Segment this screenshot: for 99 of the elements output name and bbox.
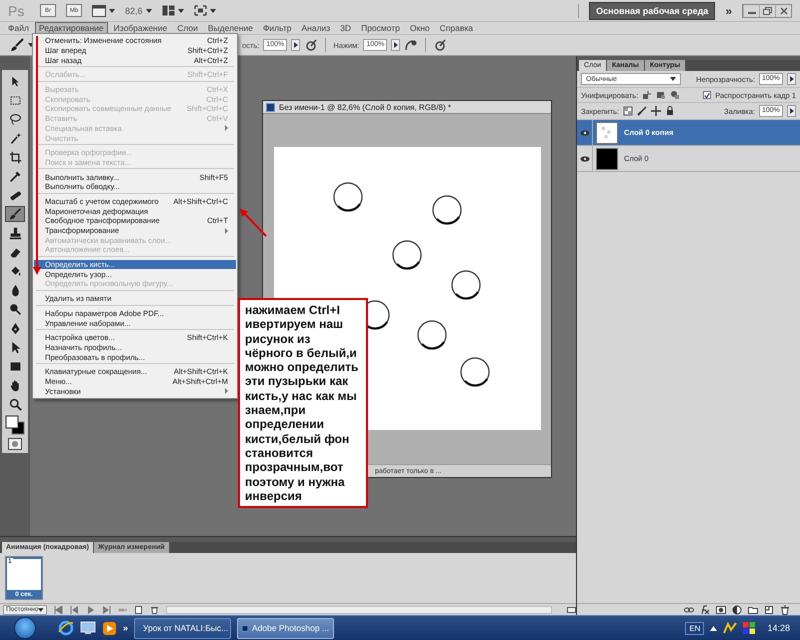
taskbar-button[interactable]: Adobe Photoshop ... [237,618,334,638]
airbrush-icon[interactable] [304,38,318,52]
previous-frame-icon[interactable] [70,606,79,614]
screen-frame-icon[interactable] [194,5,207,16]
submenu-arrow-icon [225,228,228,234]
brush-icon [8,208,22,220]
next-frame-icon[interactable] [102,606,111,614]
tray-icon[interactable] [723,622,738,634]
app-logo: Ps [8,2,26,18]
stepper-button[interactable] [787,73,796,85]
language-indicator[interactable]: EN [685,622,704,634]
marquee-icon [8,94,22,106]
unify-visibility-icon[interactable] [656,90,666,100]
taskbar-button[interactable]: Урок от NATALI:Быс... [134,618,232,638]
more-button[interactable]: » [725,4,732,18]
stepper-button[interactable] [787,105,796,117]
lock-icon[interactable] [665,106,676,116]
stepper-button[interactable] [291,39,300,51]
lock-move-icon[interactable] [651,106,662,116]
layer-thumbnail [596,148,618,170]
media-player-icon[interactable] [102,620,117,636]
adjustment-icon[interactable] [732,604,742,614]
layer-thumbnail [596,122,618,144]
eraser-icon [8,246,22,258]
menu-item[interactable]: Слои [173,22,202,34]
color-swatches-icon[interactable] [5,415,25,435]
frame-thumbnail [7,559,41,590]
menu-item[interactable]: Фильтр [258,22,296,34]
checkbox[interactable] [703,91,712,99]
pen-icon [8,322,22,334]
timeline-icon[interactable] [567,606,576,614]
lasso-icon [8,112,22,126]
screen-mode-icon[interactable] [92,4,106,16]
scrollbar[interactable] [166,606,552,614]
brush-icon[interactable] [10,38,24,52]
trash-icon[interactable] [150,606,159,614]
caret-icon [670,77,676,81]
minimize-icon[interactable] [743,4,759,16]
clock: 14:28 [767,623,790,633]
menu-item[interactable]: Выделение [204,22,257,34]
menu-item[interactable]: Справка [436,22,478,34]
zoom-icon [8,398,22,410]
browser-icon[interactable] [58,620,74,636]
photoshop-icon [242,622,248,634]
eye-icon[interactable] [580,130,590,136]
eyedropper-icon [8,170,22,182]
triangle-icon [394,42,398,48]
unify-style-icon[interactable] [670,90,680,100]
caret-icon [146,8,152,12]
caret-icon [178,8,184,12]
tool-button[interactable] [5,206,25,222]
triangle-icon [294,42,298,48]
stamp-icon [8,226,22,240]
tablet-pressure-icon[interactable] [404,38,418,52]
workspace-button[interactable]: Основная рабочая среда [589,2,716,20]
window-title: Без имени-1 @ 82,6% (Слой 0 копия, RGB/8) * [279,102,451,112]
triangle-icon [790,76,794,82]
caret-icon [38,608,44,612]
restore-icon[interactable] [759,4,775,16]
submenu-arrow-icon [225,388,228,394]
menu-item[interactable]: Файл [4,22,33,34]
unify-position-icon[interactable] [642,90,652,100]
tablet-size-icon[interactable] [433,38,448,52]
more-button[interactable]: » [123,623,128,633]
submenu-arrow-icon [225,125,228,132]
link-icon[interactable] [684,604,694,614]
hand-icon [8,378,22,392]
menu-item[interactable]: Изображение [110,22,172,34]
eye-icon[interactable] [580,156,590,162]
new-layer-icon[interactable] [764,604,774,614]
menu-item[interactable]: Просмотр [357,22,404,34]
triangle-icon [790,108,794,114]
wand-icon [8,132,22,144]
desktop-icon[interactable] [80,621,96,635]
tray-icon[interactable] [743,622,756,634]
fx-icon[interactable] [700,604,710,614]
lock-transparency-icon[interactable] [623,106,634,116]
caret-icon [109,8,115,12]
arrange-icon[interactable] [162,5,175,16]
duplicate-frame-icon[interactable] [134,606,143,614]
menu-item[interactable]: 3D [336,22,356,34]
lock-brush-icon[interactable] [637,106,648,116]
first-frame-icon[interactable] [54,606,63,614]
zoom-value[interactable]: 82,6 [125,6,143,16]
rectangle-icon [8,360,22,372]
app-icon [266,102,275,112]
arrow [240,208,267,237]
start-button[interactable] [14,617,36,639]
show-hidden-icons-icon[interactable] [710,626,718,630]
caret-icon [210,8,216,12]
trash-icon[interactable] [780,604,790,614]
quick-mask-icon[interactable] [8,438,22,450]
mask-icon[interactable] [716,604,726,614]
stepper-button[interactable] [391,39,400,51]
bucket-icon [8,264,22,278]
annotation-text: нажимаем Ctrl+I ивертируем наш рисунок из чёрного в белый,и можно определить эти пузырьки как кисть,у нас как мы знаем,при определении кисти,белый фон становится прозрачным,вот поэтому и нужна инверсия [245,303,360,504]
crop-icon [8,150,22,164]
menu-item[interactable]: Анализ [298,22,334,34]
menu-item[interactable]: Окно [406,22,434,34]
